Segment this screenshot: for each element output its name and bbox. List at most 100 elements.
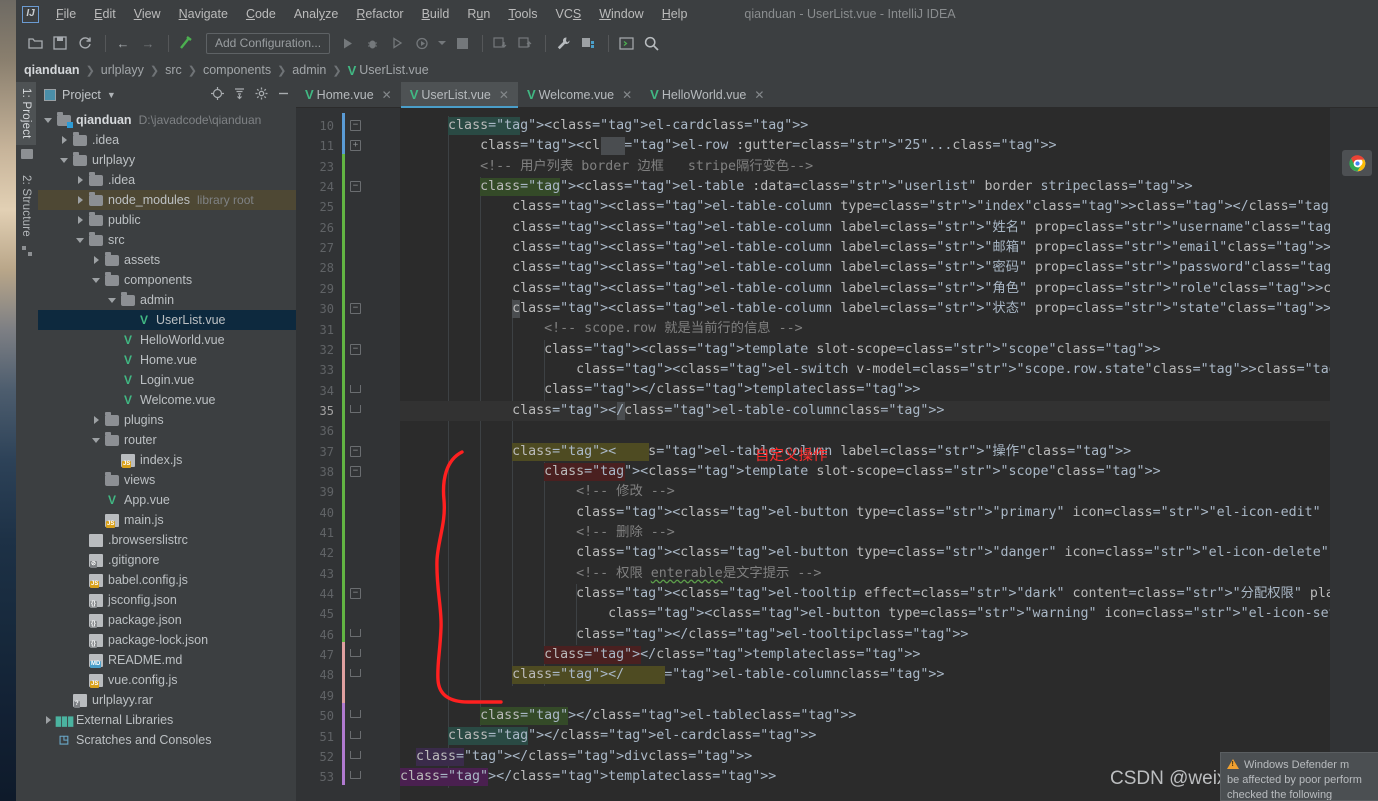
open-folder-icon[interactable] xyxy=(24,32,46,54)
build-hammer-icon[interactable] xyxy=(175,32,197,54)
tree-item-assets[interactable]: assets xyxy=(38,250,296,270)
tree-item-components[interactable]: components xyxy=(38,270,296,290)
expand-arrow-icon[interactable] xyxy=(60,135,70,145)
fold-collapse-icon[interactable] xyxy=(350,649,361,658)
fold-collapse-icon[interactable]: − xyxy=(350,120,361,131)
settings-wrench-icon[interactable] xyxy=(552,32,574,54)
fold-collapse-icon[interactable]: − xyxy=(350,181,361,193)
expand-arrow-icon[interactable] xyxy=(92,255,102,265)
locate-icon[interactable] xyxy=(211,87,224,103)
tree-item-index-js[interactable]: index.js xyxy=(38,450,296,470)
tree-item-userlist-vue[interactable]: V UserList.vue xyxy=(38,310,296,330)
commit-icon[interactable] xyxy=(514,32,536,54)
tab-userlist-vue[interactable]: V UserList.vue ✕ xyxy=(400,82,519,108)
sync-icon[interactable] xyxy=(74,32,96,54)
debug-icon[interactable] xyxy=(361,32,383,54)
tree-item-plugins[interactable]: plugins xyxy=(38,410,296,430)
tree-item--idea[interactable]: .idea xyxy=(38,170,296,190)
fold-collapse-icon[interactable] xyxy=(350,669,361,678)
expand-arrow-icon[interactable] xyxy=(76,215,86,225)
menu-item-build[interactable]: Build xyxy=(413,4,459,24)
tree-item-src[interactable]: src xyxy=(38,230,296,250)
profile-icon[interactable] xyxy=(411,32,433,54)
tab-helloworld-vue[interactable]: V HelloWorld.vue ✕ xyxy=(641,82,773,107)
expand-arrow-icon[interactable] xyxy=(76,195,86,205)
tree-item-login-vue[interactable]: V Login.vue xyxy=(38,370,296,390)
breadcrumb-item-1[interactable]: urlplayy xyxy=(101,63,144,77)
menu-item-refactor[interactable]: Refactor xyxy=(347,4,412,24)
tree-item-app-vue[interactable]: V App.vue xyxy=(38,490,296,510)
stop-icon[interactable] xyxy=(451,32,473,54)
project-structure-icon[interactable] xyxy=(577,32,599,54)
menu-bar[interactable]: File Edit View Navigate Code Analyze Ref… xyxy=(47,4,696,24)
tree-item--browserslistrc[interactable]: .browserslistrc xyxy=(38,530,296,550)
tree-item-qianduan[interactable]: qianduan D:\javadcode\qianduan xyxy=(38,110,296,130)
tree-item-readme-md[interactable]: README.md xyxy=(38,650,296,670)
collapse-arrow-icon[interactable] xyxy=(92,435,102,445)
back-arrow-icon[interactable]: ← xyxy=(112,32,134,54)
code-editor[interactable]: 10 11 23 24 25 26 27 28 29 30 31 32 33 34 35 36 37 38 39 40… xyxy=(296,108,1378,801)
breadcrumb-item-4[interactable]: admin xyxy=(292,63,326,77)
fold-collapse-icon[interactable] xyxy=(350,710,361,719)
fold-collapse-icon[interactable]: − xyxy=(350,303,361,315)
breadcrumb-file[interactable]: UserList.vue xyxy=(359,63,428,77)
tree-item-router[interactable]: router xyxy=(38,430,296,450)
project-tree[interactable]: qianduan D:\javadcode\qianduan .idea urlpla… xyxy=(38,108,296,801)
code-text[interactable]: class="tag"><class="tag">el-cardclass="t… xyxy=(400,108,1378,801)
tree-item-scratches-and-consoles[interactable]: ◳ Scratches and Consoles xyxy=(38,730,296,750)
fold-collapse-icon[interactable] xyxy=(350,628,361,637)
menu-item-run[interactable]: Run xyxy=(458,4,499,24)
run-icon[interactable] xyxy=(336,32,358,54)
tree-item-welcome-vue[interactable]: V Welcome.vue xyxy=(38,390,296,410)
chevron-down-icon[interactable] xyxy=(436,32,448,54)
tree-item-node-modules[interactable]: node_modules library root xyxy=(38,190,296,210)
tree-item-views[interactable]: views xyxy=(38,470,296,490)
save-icon[interactable] xyxy=(49,32,71,54)
tree-item-home-vue[interactable]: V Home.vue xyxy=(38,350,296,370)
tree-item-jsconfig-json[interactable]: jsconfig.json xyxy=(38,590,296,610)
menu-item-file[interactable]: File xyxy=(47,4,85,24)
breadcrumb-item-3[interactable]: components xyxy=(203,63,271,77)
search-everywhere-icon[interactable] xyxy=(640,32,662,54)
folded-region[interactable] xyxy=(600,137,625,156)
chrome-icon[interactable] xyxy=(1342,150,1372,176)
sidebar-item-project[interactable]: 1: Project xyxy=(16,82,36,145)
fold-collapse-icon[interactable] xyxy=(350,750,361,759)
close-icon[interactable]: ✕ xyxy=(622,88,632,102)
tree-item-package-lock-json[interactable]: package-lock.json xyxy=(38,630,296,650)
close-icon[interactable]: ✕ xyxy=(754,88,764,102)
update-project-icon[interactable] xyxy=(489,32,511,54)
menu-item-view[interactable]: View xyxy=(125,4,170,24)
fold-collapse-icon[interactable]: − xyxy=(350,445,361,457)
collapse-arrow-icon[interactable] xyxy=(60,155,70,165)
expand-arrow-icon[interactable] xyxy=(76,175,86,185)
breadcrumb-item-0[interactable]: qianduan xyxy=(24,63,80,77)
editor-gutter[interactable]: 10 11 23 24 25 26 27 28 29 30 31 32 33 34 35 36 37 38 39 40… xyxy=(296,108,400,801)
tree-item-public[interactable]: public xyxy=(38,210,296,230)
collapse-arrow-icon[interactable] xyxy=(76,235,86,245)
run-coverage-icon[interactable] xyxy=(386,32,408,54)
tree-item-admin[interactable]: admin xyxy=(38,290,296,310)
menu-item-code[interactable]: Code xyxy=(237,4,285,24)
terminal-icon[interactable] xyxy=(615,32,637,54)
menu-item-analyze[interactable]: Analyze xyxy=(285,4,347,24)
menu-item-navigate[interactable]: Navigate xyxy=(170,4,237,24)
tree-item-main-js[interactable]: main.js xyxy=(38,510,296,530)
tree-item-vue-config-js[interactable]: vue.config.js xyxy=(38,670,296,690)
tree-item--gitignore[interactable]: .gitignore xyxy=(38,550,296,570)
close-icon[interactable]: ✕ xyxy=(382,88,392,102)
fold-collapse-icon[interactable]: − xyxy=(350,588,361,600)
tree-item--idea[interactable]: .idea xyxy=(38,130,296,150)
expand-arrow-icon[interactable] xyxy=(44,715,54,725)
tab-welcome-vue[interactable]: V Welcome.vue ✕ xyxy=(518,82,641,107)
menu-item-window[interactable]: Window xyxy=(590,4,652,24)
menu-item-tools[interactable]: Tools xyxy=(499,4,546,24)
hide-panel-icon[interactable] xyxy=(277,87,290,103)
fold-expand-icon[interactable]: + xyxy=(350,140,361,152)
fold-collapse-icon[interactable]: − xyxy=(350,465,361,477)
collapse-arrow-icon[interactable] xyxy=(44,115,54,125)
tree-item-urlplayy-rar[interactable]: urlplayy.rar xyxy=(38,690,296,710)
settings-gear-icon[interactable] xyxy=(255,87,268,103)
close-icon[interactable]: ✕ xyxy=(499,88,509,102)
sidebar-item-structure[interactable]: 2: Structure xyxy=(16,169,36,243)
